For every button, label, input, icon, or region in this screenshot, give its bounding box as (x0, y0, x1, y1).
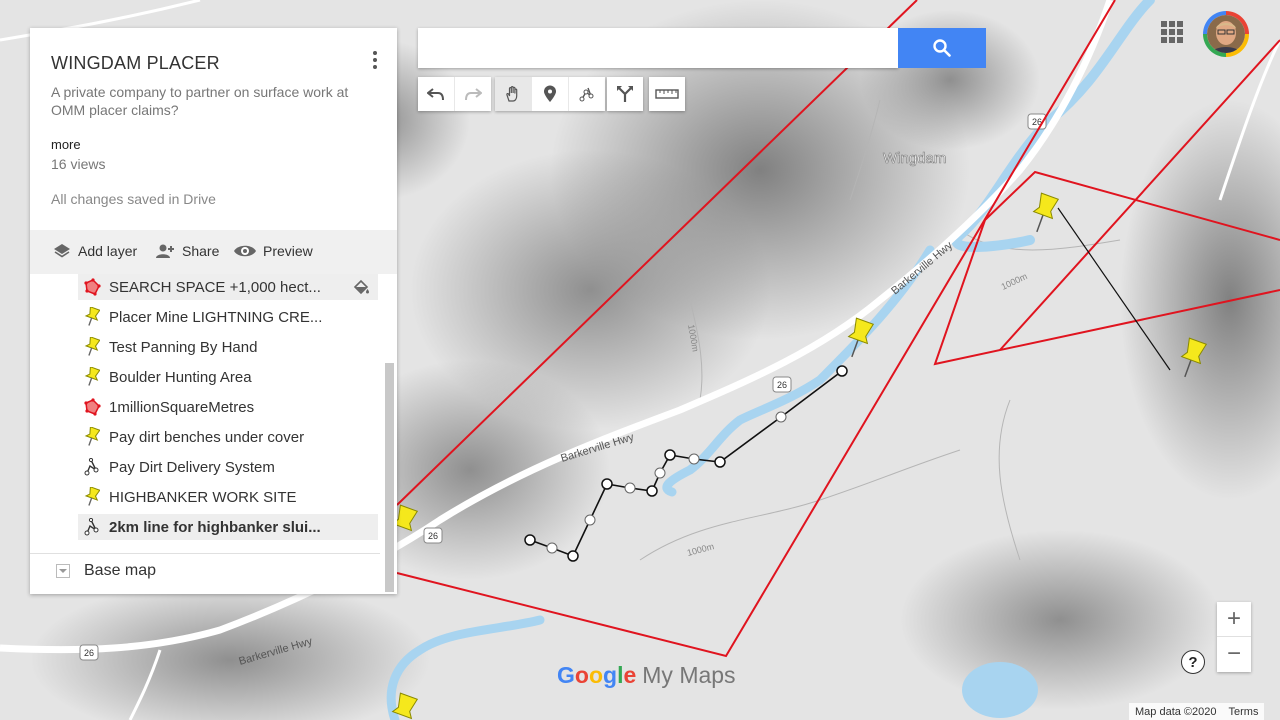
list-item[interactable]: Boulder Hunting Area (78, 364, 378, 390)
pushpin-icon (81, 366, 103, 388)
list-item-label: 2km line for highbanker slui... (109, 518, 321, 536)
style-paint-bucket-icon[interactable] (352, 278, 370, 300)
more-options-icon[interactable] (367, 49, 383, 71)
panel-header: WINGDAM PLACER A private company to part… (30, 28, 397, 230)
draw-tools-group (495, 77, 605, 111)
account-avatar[interactable] (1203, 11, 1249, 57)
list-item[interactable]: Pay Dirt Delivery System (78, 454, 378, 480)
polygon-icon (81, 396, 103, 418)
share-label: Share (182, 243, 220, 259)
list-item-label: 1millionSquareMetres (109, 398, 255, 416)
line-icon (81, 516, 103, 538)
list-item-label: Pay Dirt Delivery System (109, 458, 275, 476)
divider (30, 553, 380, 554)
directions-icon (617, 86, 633, 102)
list-item-label: Placer Mine LIGHTNING CRE... (109, 308, 323, 326)
hand-tool-button[interactable] (495, 77, 532, 111)
directions-group (607, 77, 643, 111)
search-input[interactable] (418, 28, 892, 68)
zoom-controls: + − (1217, 602, 1251, 672)
add-layer-label: Add layer (78, 243, 138, 259)
preview-button[interactable]: Preview (233, 242, 313, 260)
base-map-toggle[interactable]: Base map (56, 562, 156, 580)
preview-label: Preview (263, 243, 313, 259)
search-box[interactable] (418, 28, 898, 68)
add-layer-button[interactable]: Add layer (52, 242, 137, 260)
layer-item-list: SEARCH SPACE +1,000 hect... Placer Mine … (30, 274, 385, 552)
list-item-label: Test Panning By Hand (109, 338, 258, 356)
view-count: 16 views (51, 156, 106, 172)
measure-button[interactable] (649, 77, 685, 111)
google-wordmark: Google (557, 662, 637, 688)
pushpin-icon (81, 306, 103, 328)
place-label-wingdam: Wingdam (883, 150, 946, 167)
google-my-maps-logo: Google My Maps (557, 662, 736, 689)
my-maps-label: My Maps (642, 662, 736, 688)
layers-icon (54, 244, 70, 258)
list-item[interactable]: SEARCH SPACE +1,000 hect... (78, 274, 378, 300)
measure-icon (655, 89, 679, 99)
pushpin-icon (81, 486, 103, 508)
draw-line-icon (579, 87, 594, 102)
hwy-shield-3: 26 (428, 531, 438, 541)
eye-icon (234, 245, 256, 257)
list-item[interactable]: 2km line for highbanker slui... (78, 514, 378, 540)
save-status: All changes saved in Drive (51, 191, 216, 207)
chevron-down-icon (56, 564, 70, 578)
list-item[interactable]: 1millionSquareMetres (78, 394, 378, 420)
undo-redo-group (418, 77, 491, 111)
measure-group (649, 77, 685, 111)
list-item[interactable]: Placer Mine LIGHTNING CRE... (78, 304, 378, 330)
add-person-icon (156, 244, 174, 258)
pushpin-icon (81, 426, 103, 448)
map-panel: WINGDAM PLACER A private company to part… (30, 28, 397, 594)
apps-grid-icon[interactable] (1161, 21, 1183, 43)
list-item-label: Pay dirt benches under cover (109, 428, 305, 446)
list-item-label: SEARCH SPACE +1,000 hect... (109, 278, 321, 296)
base-map-label: Base map (84, 562, 157, 579)
polygon-icon (81, 276, 103, 298)
undo-icon (427, 88, 444, 101)
list-item[interactable]: Test Panning By Hand (78, 334, 378, 360)
map-data-credit: Map data ©2020 (1135, 705, 1217, 718)
undo-button[interactable] (418, 77, 455, 111)
hwy-shield-4: 26 (84, 648, 94, 658)
search-icon (933, 39, 951, 57)
map-attribution: Map data ©2020 Terms (1129, 703, 1265, 720)
map-description[interactable]: A private company to partner on surface … (51, 83, 376, 119)
add-marker-icon (544, 85, 556, 102)
more-link[interactable]: more (51, 137, 81, 152)
add-marker-button[interactable] (532, 77, 569, 111)
help-icon[interactable]: ? (1181, 650, 1205, 674)
zoom-out-button[interactable]: − (1217, 637, 1251, 671)
avatar-photo (1207, 15, 1245, 53)
pushpin-icon (81, 336, 103, 358)
map-title[interactable]: WINGDAM PLACER (51, 53, 220, 74)
hwy-shield-2: 26 (777, 380, 787, 390)
list-item-label: Boulder Hunting Area (109, 368, 252, 386)
terms-link[interactable]: Terms (1229, 706, 1259, 718)
hand-icon (506, 86, 518, 102)
redo-icon (465, 88, 482, 101)
list-item-label: HIGHBANKER WORK SITE (109, 488, 297, 506)
layer-list-scrollbar[interactable] (385, 363, 394, 592)
directions-button[interactable] (607, 77, 643, 111)
share-button[interactable]: Share (154, 242, 219, 260)
search-button[interactable] (898, 28, 986, 68)
panel-actions: Add layer Share Preview (30, 230, 397, 274)
line-icon (81, 456, 103, 478)
draw-line-button[interactable] (569, 77, 605, 111)
zoom-in-button[interactable]: + (1217, 602, 1251, 636)
list-item[interactable]: HIGHBANKER WORK SITE (78, 484, 378, 510)
list-item[interactable]: Pay dirt benches under cover (78, 424, 378, 450)
redo-button[interactable] (455, 77, 491, 111)
